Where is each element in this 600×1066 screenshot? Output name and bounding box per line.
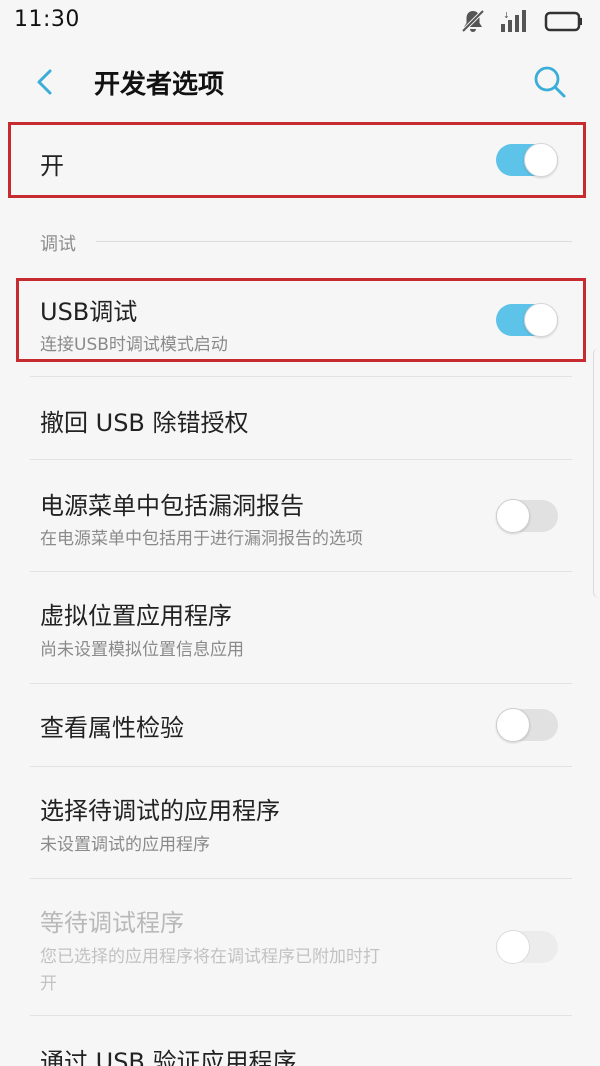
page-title: 开发者选项 [94,70,225,100]
highlight-box-master-switch [8,122,586,198]
setting-select-debug-app[interactable]: 选择待调试的应用程序 未设置调试的应用程序 [0,767,600,878]
setting-subtitle: 在电源菜单中包括用于进行漏洞报告的选项 [40,529,363,549]
bug-report-toggle[interactable] [496,499,558,533]
setting-subtitle-line-2: 开 [40,974,57,994]
setting-title: 虚拟位置应用程序 [40,602,232,630]
setting-subtitle-line-1: 您已选择的应用程序将在调试程序已附加时打 [40,947,380,967]
setting-subtitle: 未设置调试的应用程序 [40,835,210,855]
wait-for-debugger-toggle [496,930,558,964]
setting-view-attribute-inspection[interactable]: 查看属性检验 [0,684,600,766]
setting-mock-location-app[interactable]: 虚拟位置应用程序 尚未设置模拟位置信息应用 [0,572,600,683]
status-icons: ↓ [460,8,584,34]
setting-title: 撤回 USB 除错授权 [40,409,249,437]
setting-title: 通过 USB 验证应用程序 [40,1048,297,1066]
section-divider [96,241,572,242]
setting-bug-report-power-menu[interactable]: 电源菜单中包括漏洞报告 在电源菜单中包括用于进行漏洞报告的选项 [0,460,600,571]
highlight-box-usb-debugging [16,278,586,362]
svg-text:↓: ↓ [503,11,510,20]
app-bar: 开发者选项 [0,44,600,120]
setting-title: 选择待调试的应用程序 [40,797,280,825]
chevron-left-icon[interactable] [28,64,64,100]
search-icon[interactable] [530,62,570,102]
toggle-knob [496,499,530,533]
setting-wait-for-debugger: 等待调试程序 您已选择的应用程序将在调试程序已附加时打 开 [0,879,600,1015]
attribute-inspection-toggle[interactable] [496,708,558,742]
setting-title: 查看属性检验 [40,714,184,742]
status-bar: 11:30 ↓ [0,0,600,44]
toggle-knob [496,930,530,964]
setting-verify-apps-over-usb[interactable]: 通过 USB 验证应用程序 [0,1016,600,1066]
setting-title: 电源菜单中包括漏洞报告 [40,492,304,520]
setting-subtitle: 尚未设置模拟位置信息应用 [40,640,244,660]
battery-icon [544,11,582,32]
setting-revoke-usb-auth[interactable]: 撤回 USB 除错授权 [0,377,600,459]
scrollbar[interactable] [593,348,600,598]
notifications-muted-icon [461,9,485,33]
developer-options-screen: 11:30 ↓ 开发者选项 开 调试 USB调试 连接USB时调试模式启动 撤回… [0,0,600,1066]
setting-title: 等待调试程序 [40,909,184,937]
status-time: 11:30 [14,7,80,32]
section-header-debug: 调试 [40,234,76,255]
toggle-knob [496,708,530,742]
signal-icon: ↓ [501,10,526,32]
